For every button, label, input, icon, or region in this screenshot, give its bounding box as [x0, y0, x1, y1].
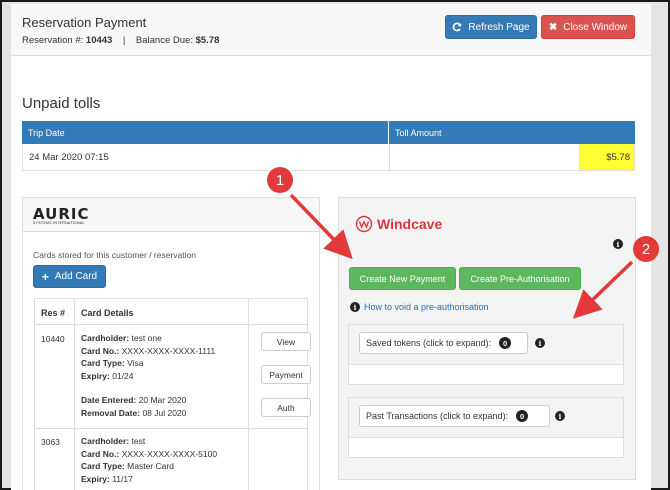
refresh-page-label: Refresh Page: [468, 21, 530, 33]
col-toll-amount: Toll Amount: [395, 128, 442, 138]
expiry-label: Expiry:: [81, 370, 110, 381]
col-res: Res #: [41, 308, 66, 318]
table-row: 24 Mar 2020 07:15 $5.78: [22, 144, 635, 171]
auric-logo-subtitle: SYSTEMS INTERNATIONAL: [33, 221, 85, 225]
close-window-label: Close Window: [563, 21, 628, 33]
removal-date-label: Removal Date:: [81, 407, 141, 418]
col-card-details: Card Details: [81, 308, 134, 318]
windcave-logo-icon: [355, 215, 373, 233]
expiry-value: 01/24: [112, 370, 134, 381]
card-type-label: Card Type:: [81, 461, 125, 471]
auric-panel: AURIC SYSTEMS INTERNATIONAL Cards stored…: [22, 197, 320, 490]
payment-card-button[interactable]: Payment: [261, 365, 311, 384]
reservation-payment-page: Reservation Payment Reservation #: 10443…: [11, 4, 651, 490]
windcave-logo: Windcave: [355, 215, 442, 233]
card-type-label: Card Type:: [81, 358, 125, 368]
card-no-label: Card No.:: [81, 448, 120, 459]
page-title: Reservation Payment: [22, 15, 147, 30]
row-divider: [35, 428, 307, 429]
summary-separator: |: [122, 35, 126, 46]
removal-date-value: 08 Jul 2020: [142, 407, 187, 418]
expiry-label: Expiry:: [81, 473, 110, 484]
card-no-label: Card No.:: [81, 345, 120, 356]
reservation-number: 10443: [85, 35, 113, 46]
col-divider: [74, 299, 75, 490]
card-details: Cardholder: test Card No.: XXXX-XXXX-XXX…: [81, 435, 217, 485]
auth-card-button[interactable]: Auth: [261, 398, 311, 417]
toll-amount-cell: $5.78: [579, 144, 634, 170]
card-no-value: XXXX-XXXX-XXXX-1111: [121, 345, 216, 356]
info-icon[interactable]: i: [613, 239, 623, 249]
screenshot-frame: Reservation Payment Reservation #: 10443…: [0, 0, 670, 490]
expiry-value: 11/17: [112, 473, 133, 484]
cardholder-value: test: [131, 436, 146, 446]
refresh-page-button[interactable]: Refresh Page: [445, 15, 537, 39]
info-icon: i: [350, 302, 360, 312]
void-preauth-link-text: How to void a pre-authorisation: [364, 302, 489, 312]
annotation-marker-1: 1: [267, 167, 293, 193]
saved-tokens-panel: Saved tokens (click to expand): 0 i: [348, 324, 624, 385]
plus-icon: +: [41, 269, 49, 284]
void-preauth-link[interactable]: i How to void a pre-authorisation: [350, 302, 489, 312]
res-number: 3063: [41, 437, 60, 447]
unpaid-tolls-header: Trip Date Toll Amount: [22, 121, 635, 144]
create-new-payment-button[interactable]: Create New Payment: [349, 267, 456, 290]
cards-table-header: Res # Card Details: [35, 299, 307, 325]
past-transactions-count: 0: [516, 410, 529, 422]
cardholder-value: test one: [131, 333, 162, 343]
cards-stored-text: Cards stored for this customer / reserva…: [33, 250, 196, 260]
balance-value: $5.78: [195, 35, 220, 46]
date-entered-label: Date Entered:: [81, 395, 137, 405]
refresh-icon: [453, 22, 462, 32]
reservation-summary: Reservation #: 10443 | Balance Due: $5.7…: [22, 35, 219, 46]
cardholder-label: Cardholder:: [81, 436, 130, 446]
annotation-marker-2: 2: [633, 236, 659, 262]
close-icon: ✖: [548, 21, 558, 33]
cardholder-label: Cardholder:: [81, 333, 130, 343]
card-details: Cardholder: test one Card No.: XXXX-XXXX…: [81, 332, 215, 419]
saved-tokens-button[interactable]: Saved tokens (click to expand): 0: [359, 332, 528, 354]
row-divider: [389, 144, 390, 170]
unpaid-tolls-title: Unpaid tolls: [22, 95, 101, 112]
info-icon[interactable]: i: [535, 338, 545, 348]
past-transactions-button[interactable]: Past Transactions (click to expand): 0: [359, 405, 550, 427]
header-bar: Reservation Payment Reservation #: 10443…: [11, 4, 651, 56]
col-divider: [248, 299, 249, 490]
past-transactions-body: [349, 437, 623, 457]
balance-label: Balance Due:: [135, 35, 193, 46]
windcave-logo-text: Windcave: [377, 216, 443, 232]
close-window-button[interactable]: ✖ Close Window: [541, 15, 635, 39]
header-divider: [388, 121, 389, 144]
col-trip-date: Trip Date: [28, 128, 65, 138]
card-type-value: Master Card: [127, 461, 174, 471]
auric-header: AURIC SYSTEMS INTERNATIONAL: [23, 198, 319, 232]
card-no-value: XXXX-XXXX-XXXX-5100: [121, 448, 218, 459]
past-transactions-panel: Past Transactions (click to expand): 0 i: [348, 397, 624, 458]
cards-table: Res # Card Details 10440 Cardholder: tes…: [34, 298, 311, 490]
view-card-button[interactable]: View: [261, 332, 311, 351]
saved-tokens-count: 0: [499, 337, 512, 349]
res-number: 10440: [41, 334, 65, 344]
saved-tokens-body: [349, 364, 623, 384]
windcave-panel: Windcave i Create New Payment Create Pre…: [338, 197, 636, 480]
saved-tokens-label: Saved tokens (click to expand):: [366, 338, 492, 348]
add-card-label: Add Card: [54, 271, 98, 282]
trip-date-cell: 24 Mar 2020 07:15: [29, 152, 109, 163]
card-type-value: Visa: [127, 358, 144, 368]
past-transactions-label: Past Transactions (click to expand):: [366, 411, 509, 421]
date-entered-value: 20 Mar 2020: [138, 395, 187, 405]
create-pre-authorisation-button[interactable]: Create Pre-Authorisation: [459, 267, 581, 290]
reservation-label: Reservation #:: [22, 35, 84, 46]
add-card-button[interactable]: + Add Card: [33, 265, 106, 288]
info-icon[interactable]: i: [555, 411, 565, 421]
